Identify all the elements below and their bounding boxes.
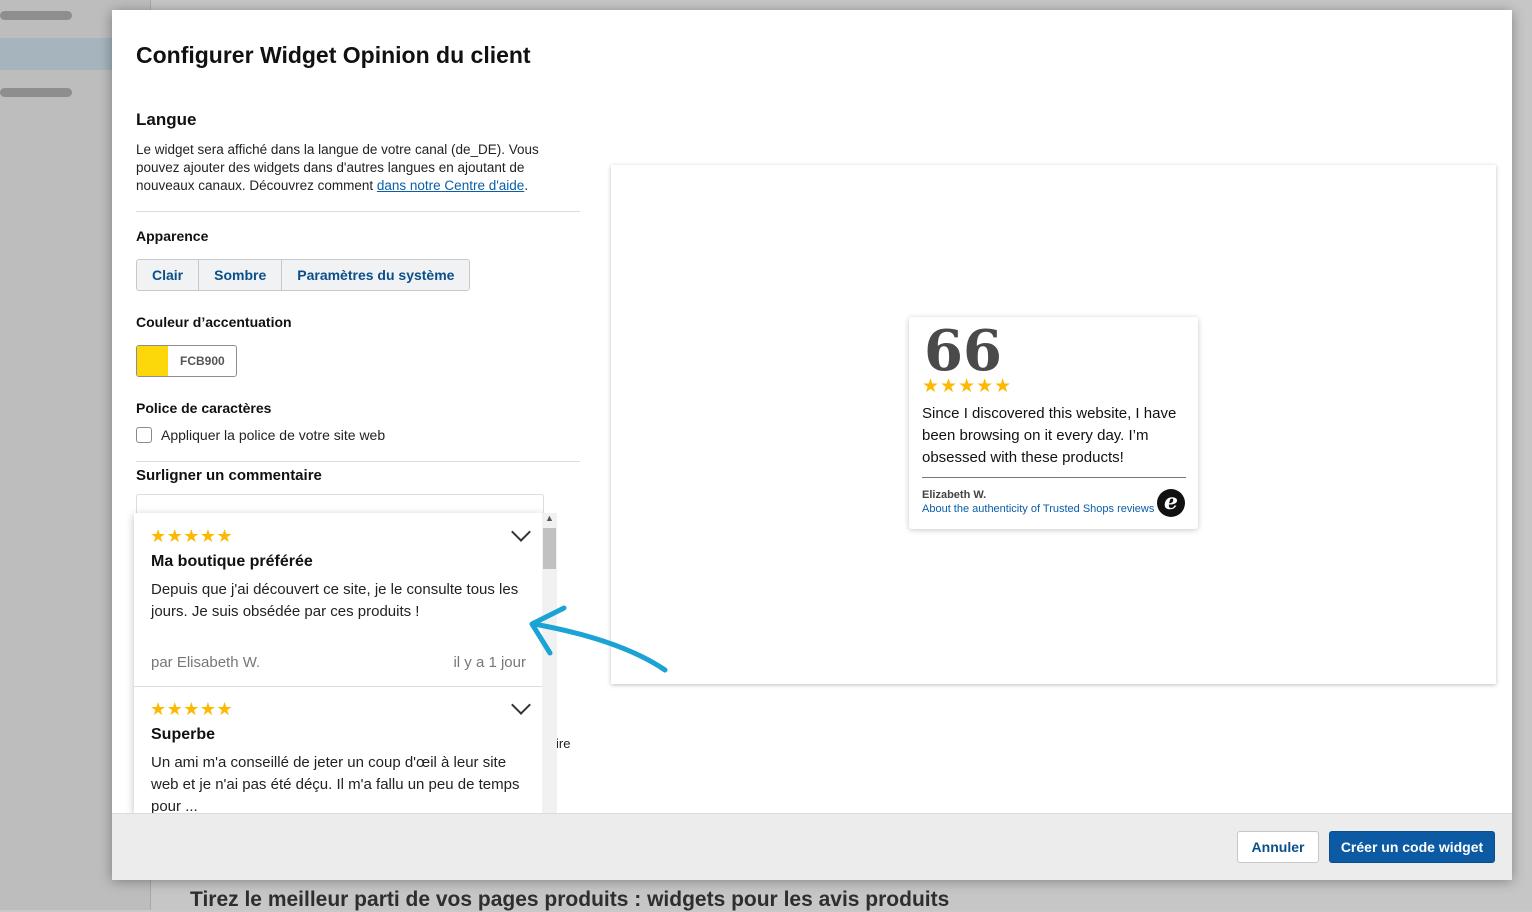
highlight-review-label: Surligner un commentaire [136, 467, 322, 484]
review-option[interactable]: ★★★★★ Superbe Un ami m'a conseillé de je… [134, 687, 542, 813]
apply-font-label: Appliquer la police de votre site web [161, 427, 386, 443]
chevron-down-icon[interactable] [511, 522, 531, 542]
review-title: Superbe [151, 726, 216, 743]
review-author: par Elisabeth W. [151, 654, 261, 671]
language-text-end: . [524, 178, 529, 193]
sidebar-selected-item [0, 38, 112, 70]
apply-font-checkbox[interactable] [136, 427, 152, 443]
scrollbar-thumb[interactable] [543, 528, 556, 569]
appearance-option-dark[interactable]: Sombre [199, 260, 283, 290]
divider [136, 461, 580, 462]
review-dropdown-list: ★★★★★ Ma boutique préférée Depuis que j'… [134, 513, 542, 813]
accent-color-label: Couleur d’accentuation [136, 314, 292, 330]
widget-review-text: Since I discovered this website, I have … [922, 405, 1177, 466]
widget-stars: ★★★★★ [922, 376, 1013, 397]
appearance-option-system[interactable]: Paramètres du système [282, 260, 470, 290]
review-body: Depuis que j'ai découvert ce site, je le… [151, 581, 519, 620]
widget-author: Elizabeth W. [922, 489, 987, 501]
review-date: il y a 1 jour [453, 654, 526, 671]
sidebar-placeholder-bar [0, 88, 72, 97]
modal-title: Configurer Widget Opinion du client [136, 42, 531, 68]
accent-color-swatch[interactable] [137, 346, 168, 376]
hidden-label-fragment: ire [556, 736, 571, 751]
font-label: Police de caractères [136, 400, 272, 416]
chevron-down-icon[interactable] [511, 695, 531, 715]
help-center-link[interactable]: dans notre Centre d'aide [377, 178, 524, 193]
sidebar-placeholder-bar [0, 11, 72, 20]
appearance-toggle: Clair Sombre Paramètres du système [136, 259, 471, 291]
accent-color-hex[interactable]: FCB900 [168, 354, 236, 368]
appearance-option-light[interactable]: Clair [137, 260, 200, 290]
widget-divider [922, 477, 1186, 478]
review-title: Ma boutique préférée [151, 553, 313, 570]
widget-authenticity-link[interactable]: About the authenticity of Trusted Shops … [922, 503, 1154, 515]
review-option[interactable]: ★★★★★ Ma boutique préférée Depuis que j'… [134, 513, 542, 687]
divider [136, 211, 580, 212]
review-stars: ★★★★★ [150, 699, 234, 719]
trusted-shops-logo-icon: e [1157, 489, 1185, 517]
quote-icon: 66 [924, 318, 1002, 384]
create-widget-code-button[interactable]: Créer un code widget [1329, 831, 1495, 863]
modal-footer: Annuler Créer un code widget [112, 813, 1512, 880]
scroll-up-icon[interactable]: ▲ [545, 513, 554, 523]
review-body: Un ami m'a conseillé de jeter un coup d'… [151, 754, 520, 813]
review-widget-card: 66 ★★★★★ Since I discovered this website… [909, 317, 1198, 529]
background-page-heading: Tirez le meilleur parti de vos pages pro… [190, 888, 950, 911]
cancel-button[interactable]: Annuler [1237, 831, 1319, 863]
review-stars: ★★★★★ [150, 526, 234, 546]
annotation-arrow-icon [529, 605, 668, 673]
apply-font-option[interactable]: Appliquer la police de votre site web [136, 427, 385, 443]
language-heading: Langue [136, 110, 197, 129]
appearance-label: Apparence [136, 228, 209, 244]
language-description: Le widget sera affiché dans la langue de… [136, 141, 566, 195]
accent-color-input[interactable]: FCB900 [136, 345, 237, 377]
